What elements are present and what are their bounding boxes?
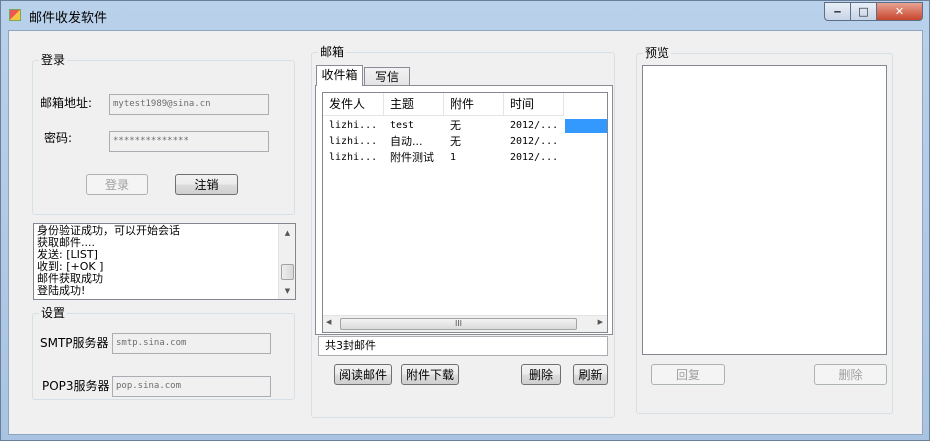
row-sender: lizhi... [329, 120, 378, 131]
row-attachment: 无 [450, 135, 461, 148]
row-time: 2012/... [510, 136, 559, 147]
row-subject: 自动... [390, 135, 423, 148]
column-sender[interactable]: 发件人 [323, 93, 384, 116]
read-mail-button[interactable]: 阅读邮件 [334, 364, 392, 385]
tab-compose[interactable]: 写信 [364, 67, 410, 86]
scroll-thumb[interactable] [281, 264, 294, 280]
inbox-tab-panel: 发件人 主题 附件 时间 lizhi... test 无 2012/... li… [315, 85, 613, 335]
scroll-down-icon[interactable]: ▼ [279, 282, 295, 299]
email-field[interactable]: mytest1989@sina.cn [109, 94, 269, 115]
row-subject: test [390, 120, 415, 131]
column-attachment[interactable]: 附件 [444, 93, 504, 116]
window-title: 邮件收发软件 [29, 11, 108, 26]
mail-list-hscrollbar[interactable]: ◀ III ▶ [323, 315, 607, 332]
log-scrollbar[interactable]: ▲ ▼ [278, 224, 295, 299]
reply-button[interactable]: 回复 [651, 364, 725, 385]
mail-list-header: 发件人 主题 附件 时间 [323, 93, 564, 116]
minimize-button[interactable]: ‒ [824, 2, 851, 21]
column-time[interactable]: 时间 [504, 93, 564, 116]
login-group-title: 登录 [39, 52, 68, 68]
main-window: 邮件收发软件 ‒ □ ✕ 登录 邮箱地址: mytest1989@sina.cn… [0, 0, 930, 441]
table-row[interactable]: lizhi... 附件测试 1 2012/... [323, 150, 564, 166]
log-lines: 身份验证成功，可以开始会话 获取邮件.... 发送: [LIST] 收到: [+… [37, 225, 277, 297]
tab-inbox[interactable]: 收件箱 [316, 65, 363, 86]
mailbox-group-title: 邮箱 [318, 44, 347, 60]
title-bar[interactable]: 邮件收发软件 ‒ □ ✕ [1, 1, 929, 29]
pop3-field[interactable]: pop.sina.com [112, 376, 271, 397]
maximize-button[interactable]: □ [851, 2, 877, 21]
row-time: 2012/... [510, 120, 559, 131]
log-line: 登陆成功! [37, 284, 86, 297]
password-label: 密码: [44, 131, 73, 145]
scroll-left-icon[interactable]: ◀ [326, 318, 331, 326]
table-row[interactable]: lizhi... 自动... 无 2012/... [323, 134, 564, 150]
row-subject: 附件测试 [390, 151, 434, 164]
delete-mail-button[interactable]: 删除 [521, 364, 561, 385]
app-icon [9, 9, 21, 21]
preview-group-title: 预览 [643, 45, 672, 61]
scroll-right-icon[interactable]: ▶ [598, 318, 603, 326]
selection-highlight [565, 119, 607, 133]
window-controls: ‒ □ ✕ [824, 2, 923, 21]
client-area: 登录 邮箱地址: mytest1989@sina.cn 密码: ********… [8, 30, 923, 435]
log-textarea[interactable]: 身份验证成功，可以开始会话 获取邮件.... 发送: [LIST] 收到: [+… [33, 223, 296, 300]
email-label: 邮箱地址: [40, 96, 93, 110]
row-sender: lizhi... [329, 136, 378, 147]
mail-count-status: 共3封邮件 [318, 336, 608, 356]
row-attachment: 1 [450, 152, 457, 163]
column-subject[interactable]: 主题 [384, 93, 444, 116]
maximize-icon: □ [858, 5, 869, 18]
login-button[interactable]: 登录 [86, 174, 148, 195]
password-field[interactable]: ************** [109, 131, 269, 152]
pop3-label: POP3服务器 [42, 379, 110, 393]
row-time: 2012/... [510, 152, 559, 163]
row-sender: lizhi... [329, 152, 378, 163]
smtp-label: SMTP服务器 [40, 336, 109, 350]
row-attachment: 无 [450, 119, 461, 132]
table-row[interactable]: lizhi... test 无 2012/... [323, 118, 564, 134]
close-button[interactable]: ✕ [877, 2, 923, 21]
settings-group-title: 设置 [39, 305, 68, 321]
smtp-field[interactable]: smtp.sina.com [112, 333, 271, 354]
scroll-up-icon[interactable]: ▲ [279, 224, 295, 241]
hscroll-thumb[interactable]: III [340, 318, 577, 330]
logout-button[interactable]: 注销 [175, 174, 238, 195]
preview-pane[interactable] [642, 65, 887, 355]
download-attachment-button[interactable]: 附件下载 [401, 364, 459, 385]
close-icon: ✕ [894, 5, 905, 18]
minimize-icon: ‒ [833, 5, 842, 18]
mail-list[interactable]: 发件人 主题 附件 时间 lizhi... test 无 2012/... li… [322, 92, 608, 333]
refresh-button[interactable]: 刷新 [573, 364, 608, 385]
preview-delete-button[interactable]: 删除 [814, 364, 887, 385]
